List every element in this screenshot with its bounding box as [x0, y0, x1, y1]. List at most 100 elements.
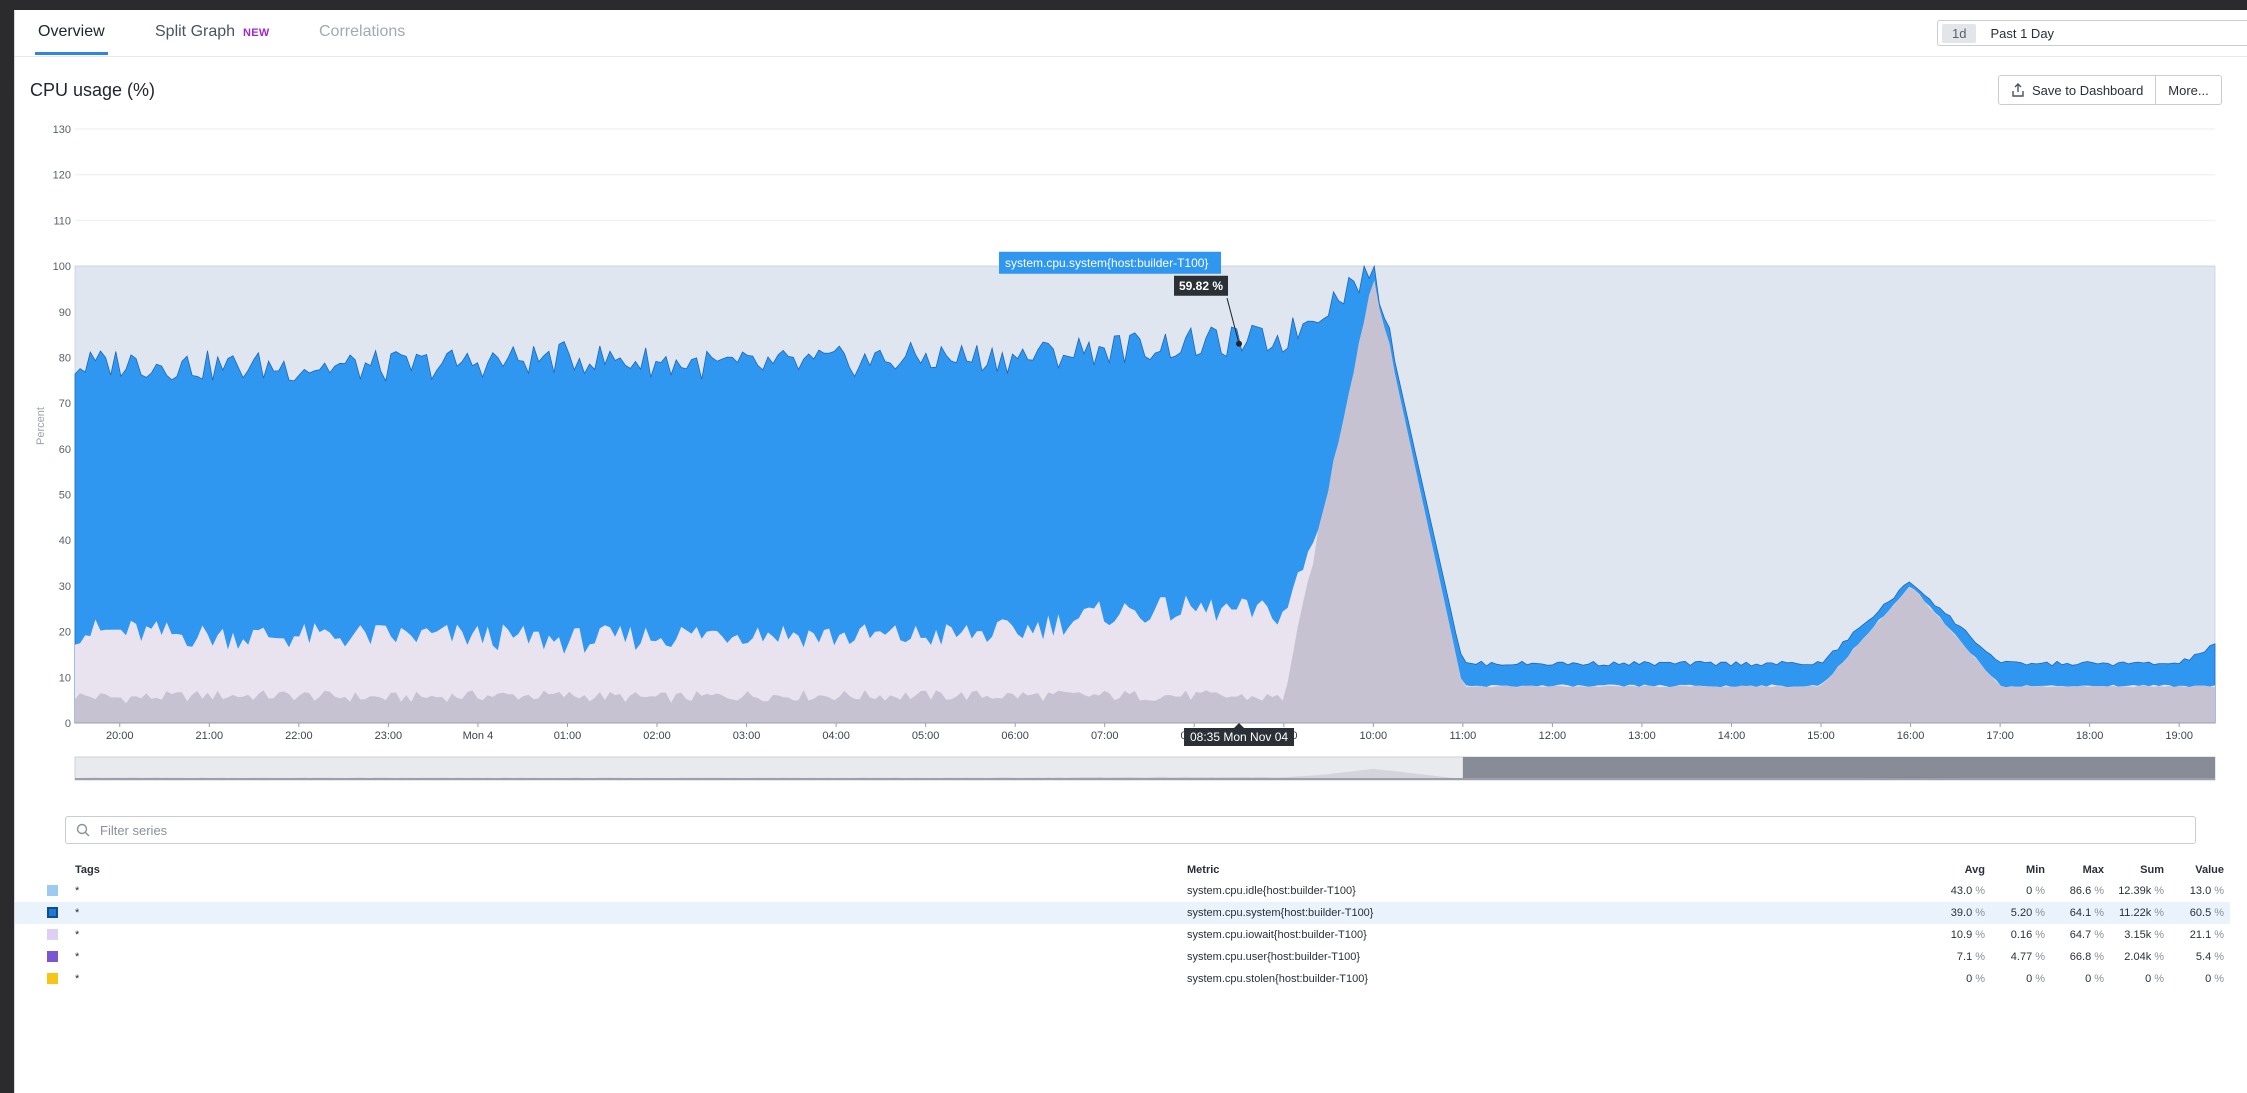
legend-sum-value: 0 [2145, 973, 2152, 985]
header-metric[interactable]: Metric [1187, 864, 1219, 876]
legend-avg-cell: 0% [1966, 973, 1985, 985]
series-color-swatch[interactable] [47, 973, 58, 984]
x-tick-label: 06:00 [1001, 730, 1029, 742]
legend-unit: % [2035, 885, 2045, 897]
legend-min-cell: 0.16% [2011, 929, 2045, 941]
header-avg[interactable]: Avg [1965, 864, 1985, 876]
legend-row[interactable]: * system.cpu.user{host:builder-T100} 7.1% 4… [15, 946, 2230, 968]
crosshair-time-label: 08:35 Mon Nov 04 [1190, 730, 1288, 744]
series-color-swatch[interactable] [47, 885, 58, 896]
x-tick-label: 17:00 [1986, 730, 2014, 742]
filter-series-input[interactable] [98, 821, 2102, 839]
x-tick-label: 14:00 [1718, 730, 1746, 742]
legend-min-cell: 5.20% [2011, 907, 2045, 919]
legend-unit: % [2214, 929, 2224, 941]
legend-metric-cell: system.cpu.system{host:builder-T100} [1187, 907, 1374, 919]
legend-sum-cell: 3.15k% [2124, 929, 2164, 941]
navigator-selection[interactable] [1462, 757, 2215, 780]
x-tick-label: 16:00 [1897, 730, 1925, 742]
tooltip-point[interactable] [1236, 340, 1243, 347]
series-color-swatch[interactable] [47, 929, 58, 940]
legend-unit: % [2214, 973, 2224, 985]
y-tick-label: 10 [59, 672, 71, 684]
legend-row[interactable]: * system.cpu.system{host:builder-T100} 39.… [15, 902, 2230, 924]
x-tick-label: 20:00 [106, 730, 134, 742]
x-tick-label: 22:00 [285, 730, 313, 742]
metric-panel: Overview Split Graph NEW Correlations 1d … [14, 10, 2247, 1093]
header-sum[interactable]: Sum [2140, 864, 2164, 876]
legend-unit: % [1975, 907, 1985, 919]
legend-avg-value: 7.1 [1956, 951, 1973, 963]
legend-unit: % [2214, 907, 2224, 919]
legend-unit: % [1975, 929, 1985, 941]
legend-unit: % [2214, 951, 2224, 963]
crosshair-pointer [1234, 723, 1245, 728]
legend-tags-cell: * [75, 973, 80, 985]
series-color-swatch[interactable] [47, 951, 58, 962]
legend-unit: % [2154, 929, 2164, 941]
legend-value-value: 0 [2205, 973, 2212, 985]
header-min[interactable]: Min [2026, 864, 2045, 876]
legend-metric-cell: system.cpu.stolen{host:builder-T100} [1187, 973, 1368, 985]
legend-max-cell: 64.1% [2070, 907, 2104, 919]
legend-min-value: 0 [2026, 885, 2033, 897]
legend-row[interactable]: * system.cpu.idle{host:builder-T100} 43.0%… [15, 880, 2230, 902]
series-color-swatch[interactable] [47, 907, 58, 918]
y-tick-label: 60 [59, 444, 71, 456]
legend-unit: % [2035, 907, 2045, 919]
legend-tags-cell: * [75, 929, 80, 941]
legend-avg-value: 43.0 [1950, 885, 1973, 897]
legend-sum-value: 2.04k [2124, 951, 2152, 963]
legend-unit: % [2094, 885, 2104, 897]
legend-max-cell: 64.7% [2070, 929, 2104, 941]
x-tick-label: 10:00 [1360, 730, 1388, 742]
legend-max-cell: 66.8% [2070, 951, 2104, 963]
legend-unit: % [1975, 973, 1985, 985]
y-tick-label: 110 [53, 215, 71, 227]
legend-metric-cell: system.cpu.user{host:builder-T100} [1187, 951, 1361, 963]
legend-value-cell: 21.1% [2190, 929, 2224, 941]
legend-avg-cell: 43.0% [1951, 885, 1985, 897]
legend-avg-value: 10.9 [1950, 929, 1973, 941]
legend-max-value: 0 [2085, 973, 2092, 985]
y-tick-label: 50 [59, 490, 71, 502]
header-tags[interactable]: Tags [75, 864, 100, 876]
filter-series-field[interactable] [65, 816, 2196, 844]
legend-unit: % [2154, 907, 2164, 919]
legend-sum-cell: 11.22k% [2119, 907, 2164, 919]
x-tick-label: 23:00 [375, 730, 403, 742]
legend-metric-cell: system.cpu.idle{host:builder-T100} [1187, 885, 1356, 897]
x-tick-label: 02:00 [643, 730, 671, 742]
cpu-usage-chart[interactable]: 0 10 20 30 40 50 60 70 80 90 100 110 120 130 Percent 20… [15, 10, 2247, 800]
legend-min-cell: 0% [2026, 973, 2045, 985]
header-max[interactable]: Max [2083, 864, 2104, 876]
y-axis-label: Percent [35, 407, 47, 445]
legend-value-value: 60.5 [2189, 907, 2212, 919]
legend-unit: % [2035, 929, 2045, 941]
tooltip-series-name: system.cpu.system{host:builder-T100} [1005, 256, 1208, 270]
legend-unit: % [1975, 885, 1985, 897]
legend-max-cell: 86.6% [2070, 885, 2104, 897]
x-tick-label: 04:00 [822, 730, 850, 742]
x-tick-label: 15:00 [1807, 730, 1835, 742]
y-tick-label: 20 [59, 627, 71, 639]
legend-min-value: 0 [2026, 973, 2033, 985]
y-tick-label: 40 [59, 535, 71, 547]
tooltip-value: 59.82 % [1179, 279, 1223, 293]
header-value[interactable]: Value [2195, 864, 2224, 876]
legend-sum-cell: 2.04k% [2124, 951, 2164, 963]
legend-row[interactable]: * system.cpu.iowait{host:builder-T100} 10.… [15, 924, 2230, 946]
y-tick-label: 120 [53, 170, 71, 182]
legend-value-value: 21.1 [2189, 929, 2212, 941]
y-tick-label: 100 [53, 261, 71, 273]
legend-sum-cell: 0% [2145, 973, 2164, 985]
legend-unit: % [2154, 951, 2164, 963]
legend-avg-cell: 10.9% [1951, 929, 1985, 941]
y-tick-label: 130 [53, 124, 71, 136]
y-tick-label: 30 [59, 581, 71, 593]
legend-row[interactable]: * system.cpu.stolen{host:builder-T100} 0% 0… [15, 968, 2230, 990]
legend-avg-value: 39.0 [1950, 907, 1973, 919]
legend-value-cell: 13.0% [2190, 885, 2224, 897]
legend-unit: % [1975, 951, 1985, 963]
legend-sum-value: 11.22k [2119, 907, 2152, 919]
